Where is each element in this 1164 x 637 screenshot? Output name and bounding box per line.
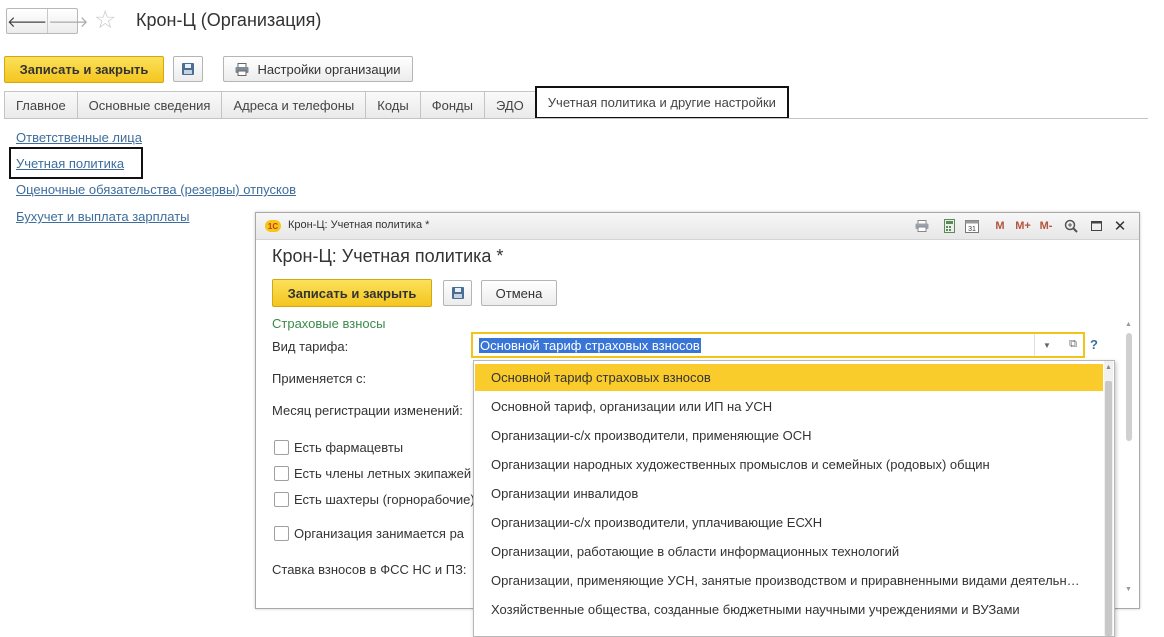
tariff-label: Вид тарифа:: [272, 339, 349, 354]
form-heading: Крон-Ц: Учетная политика *: [272, 246, 504, 266]
form-scrollbar[interactable]: ▲ ▼: [1125, 321, 1133, 593]
dropdown-option[interactable]: Организации, работающие в области информ…: [475, 538, 1103, 565]
tab-bar: Главное Основные сведения Адреса и телеф…: [4, 86, 789, 119]
dropdown-option[interactable]: Основной тариф, организации или ИП на УС…: [475, 393, 1103, 420]
cancel-button[interactable]: Отмена: [481, 280, 557, 306]
tab-funds[interactable]: Фонды: [419, 91, 485, 119]
maximize-icon[interactable]: [1088, 218, 1104, 234]
tariff-value: Основной тариф страховых взносов: [479, 338, 701, 353]
dropdown-option[interactable]: Организации-с/х производители, применяющ…: [475, 422, 1103, 449]
page-title: Крон-Ц (Организация): [136, 10, 322, 30]
org-activity-label: Организация занимается ра: [294, 526, 465, 541]
dropdown-option[interactable]: Хозяйственные общества, созданные бюджет…: [475, 596, 1103, 623]
floppy-icon: [451, 287, 464, 299]
zoom-icon[interactable]: [1063, 218, 1079, 234]
sub-save-button[interactable]: [443, 280, 472, 306]
svg-text:31: 31: [968, 226, 976, 233]
tab-divider: [4, 118, 1148, 119]
flight-crew-checkbox[interactable]: [274, 466, 289, 481]
flight-crew-label: Есть члены летных экипажей: [294, 466, 472, 481]
dropdown-option[interactable]: Организации, применяющие УСН, занятые пр…: [475, 567, 1103, 594]
tariff-select[interactable]: Основной тариф страховых взносов ▼: [471, 332, 1085, 358]
forward-icon[interactable]: 🡒: [47, 9, 88, 33]
favorite-star-icon[interactable]: ☆: [94, 6, 116, 34]
org-activity-checkbox[interactable]: [274, 526, 289, 541]
section-insurance-contributions: Страховые взносы: [272, 316, 386, 331]
save-button[interactable]: [173, 56, 203, 82]
dropdown-option[interactable]: Организации-с/х производители, уплачиваю…: [475, 509, 1103, 536]
applies-from-label: Применяется с:: [272, 371, 367, 386]
back-icon[interactable]: 🡐: [7, 9, 47, 33]
window-title: Крон-Ц: Учетная политика *: [288, 219, 430, 231]
sub-save-close-button[interactable]: Записать и закрыть: [272, 279, 432, 307]
tab-addresses[interactable]: Адреса и телефоны: [221, 91, 367, 119]
calendar-icon[interactable]: 31: [964, 218, 980, 234]
memory-minus-icon[interactable]: M-: [1036, 218, 1056, 234]
chevron-down-icon[interactable]: ▼: [1034, 334, 1059, 356]
link-payroll-accounting[interactable]: Бухучет и выплата зарплаты: [16, 209, 190, 224]
org-settings-label: Настройки организации: [257, 61, 401, 77]
org-settings-button[interactable]: Настройки организации: [223, 56, 413, 82]
tab-edo[interactable]: ЭДО: [483, 91, 536, 119]
dropdown-scrollbar[interactable]: ▲: [1104, 361, 1113, 636]
print-icon[interactable]: [914, 218, 930, 234]
link-vacation-reserves[interactable]: Оценочные обязательства (резервы) отпуск…: [16, 182, 296, 197]
link-responsible-persons[interactable]: Ответственные лица: [16, 130, 142, 145]
dropdown-option[interactable]: Основной тариф страховых взносов: [475, 364, 1103, 391]
pharmacists-checkbox[interactable]: [274, 440, 289, 455]
link-accounting-policy[interactable]: Учетная политика: [16, 156, 124, 171]
main-form: 🡐 🡒 ☆ Крон-Ц (Организация) Записать и за…: [0, 0, 1148, 637]
1c-logo-icon: 1С: [265, 220, 281, 232]
open-icon[interactable]: ⧉: [1062, 333, 1084, 355]
floppy-icon: [182, 63, 194, 75]
tariff-dropdown-list: Основной тариф страховых взносов Основно…: [473, 360, 1115, 637]
window-header: 1С Крон-Ц: Учетная политика * 31 M M+ M-…: [256, 213, 1139, 240]
dropdown-option[interactable]: Организации инвалидов: [475, 480, 1103, 507]
calculator-icon[interactable]: [941, 218, 957, 234]
save-close-button[interactable]: Записать и закрыть: [4, 56, 164, 83]
reg-month-label: Месяц регистрации изменений:: [272, 403, 463, 418]
memory-plus-icon[interactable]: M+: [1013, 218, 1033, 234]
tab-codes[interactable]: Коды: [365, 91, 421, 119]
pharmacists-label: Есть фармацевты: [294, 440, 404, 455]
memory-m-icon[interactable]: M: [992, 218, 1008, 234]
tab-basic-info[interactable]: Основные сведения: [76, 91, 223, 119]
rate-fss-label: Ставка взносов в ФСС НС и ПЗ:: [272, 562, 467, 577]
dropdown-option[interactable]: Организации народных художественных пром…: [475, 451, 1103, 478]
miners-label: Есть шахтеры (горнорабочие): [294, 492, 475, 507]
tab-accounting-policy[interactable]: Учетная политика и другие настройки: [534, 86, 789, 119]
printer-icon: [235, 62, 249, 76]
close-icon[interactable]: ✕: [1112, 218, 1128, 235]
tab-main[interactable]: Главное: [4, 91, 78, 119]
nav-buttons: 🡐 🡒: [6, 8, 88, 34]
help-icon[interactable]: ?: [1090, 337, 1098, 352]
miners-checkbox[interactable]: [274, 492, 289, 507]
